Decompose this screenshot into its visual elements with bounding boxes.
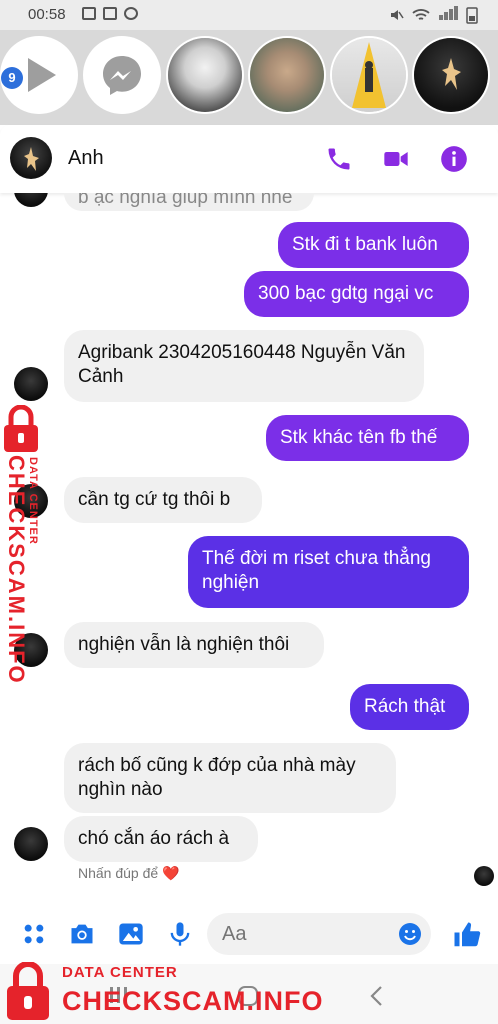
notification-icons [82,7,138,20]
chat-head-messenger[interactable] [85,38,159,112]
message-in[interactable]: rách bố cũng k đớp của nhà mày nghìn nào [64,743,396,813]
watermark-bottom-main: CHECKSCAM.INFO [62,986,324,1016]
read-receipt-avatar [474,866,494,886]
reaction-hint-text: Nhấn đúp để [78,865,159,881]
thumbs-up-icon[interactable] [452,920,482,950]
back-icon[interactable] [366,984,388,1008]
unread-badge: 9 [1,67,23,89]
info-icon[interactable] [440,145,468,173]
message-out[interactable]: Rách thật [350,684,469,730]
message-out[interactable]: 300 bạc gdtg ngại vc [244,271,469,317]
status-bar: 00:58 [0,0,498,30]
more-actions-icon[interactable] [20,920,48,948]
chat-head-contact-3[interactable] [332,38,406,112]
messenger-icon [103,56,141,95]
phone-icon[interactable] [325,145,353,173]
conversation-header: Anh [0,125,498,193]
message-in[interactable]: b ạc nghĩa giúp mình nhé [64,193,314,211]
signal-icon [438,6,458,24]
message-out[interactable]: Thế đời m riset chưa thẳng nghiện [188,536,469,608]
chat-head-contact-2[interactable] [250,38,324,112]
sender-avatar [14,827,48,861]
system-icons [388,6,478,24]
reaction-hint: Nhấn đúp để ❤️ [78,865,180,882]
message-in[interactable]: nghiện vẫn là nghiện thôi [64,622,324,668]
message-input[interactable] [220,922,394,947]
contact-name[interactable]: Anh [68,147,104,170]
watermark-vertical: DATA CENTER CHECKSCAM.INFO [0,404,55,685]
message-out[interactable]: Stk khác tên fb thế [266,415,469,461]
message-in[interactable]: cần tg cứ tg thôi b [64,477,262,523]
contact-avatar[interactable] [10,137,52,179]
emoji-icon[interactable] [398,922,422,946]
chat-heads-bar: 9 [0,30,498,125]
watermark-bottom-top: DATA CENTER [62,964,178,981]
mute-icon [391,10,404,20]
avatar-figure-icon [24,147,39,171]
watermark-bottom: DATA CENTER CHECKSCAM.INFO [0,960,323,1024]
chat-head-contact-1[interactable] [168,38,242,112]
message-in[interactable]: Agribank 2304205160448 Nguyễn Văn Cảnh [64,330,424,402]
message-in[interactable]: chó cắn áo rách à [64,816,258,862]
wifi-icon [412,9,430,20]
watermark-lock-logo [7,962,49,1020]
video-call-icon[interactable] [382,145,410,173]
camera-icon[interactable] [68,920,96,948]
message-input-box[interactable] [207,913,431,955]
watermark-vertical-main: CHECKSCAM.INFO [4,455,29,685]
message-composer [0,906,498,964]
status-time: 00:58 [28,6,66,23]
messenger-notification-icon [124,7,138,20]
sender-avatar [14,193,48,207]
sender-avatar [14,367,48,401]
gallery-icon[interactable] [117,920,145,948]
gallery-notification-icon [82,7,96,20]
microphone-icon[interactable] [166,920,194,948]
app-notification-icon [103,7,117,20]
lamp-photo-icon [352,42,386,108]
chat-head-contact-4[interactable] [414,38,488,112]
contact-photo-icon [442,58,461,90]
message-out[interactable]: Stk đi t bank luôn [278,222,469,268]
heart-icon: ❤️ [162,865,180,881]
message-list: b ạc nghĩa giúp mình nhé Stk đi t bank l… [0,193,498,893]
battery-icon [466,7,478,24]
